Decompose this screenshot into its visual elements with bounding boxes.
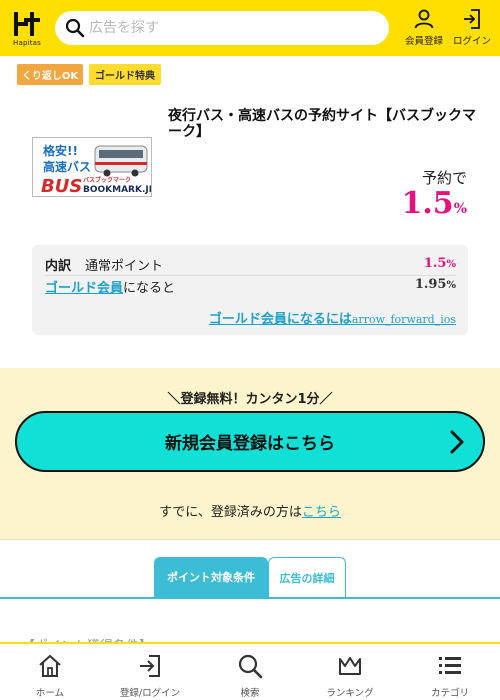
tab-ad-details[interactable]: 広告の詳細	[268, 557, 346, 597]
reserve-label: 予約で	[421, 169, 467, 187]
ad-title: 夜行バス・高速バスの予約サイト【バスブックマーク】	[168, 108, 476, 140]
bottom-nav: ホーム 登録/ログイン 検索 ランキング カテゴリ	[0, 642, 500, 700]
tab-point-conditions[interactable]: ポイント対象条件	[154, 557, 268, 597]
member-register-button[interactable]: 会員登録	[402, 8, 446, 48]
new-register-button[interactable]: 新規会員登録はこちら	[15, 411, 485, 472]
ad-banner-image[interactable]: 格安!! 高速バス BUS バスブックマーク BOOKMARK.JP	[32, 137, 152, 197]
arrow-forward-icon: arrow_forward_ios	[351, 313, 456, 326]
gold-point-row: ゴールド会員になると 1.95%	[45, 277, 456, 296]
header: Hapitas 会員登録 ログイン	[0, 0, 500, 56]
login-icon	[140, 655, 160, 677]
nav-category-label: カテゴリ	[430, 688, 469, 699]
gold-benefit-badge: ゴールド特典	[89, 64, 161, 85]
reserve-rate-value: 1.5	[401, 186, 454, 221]
search-icon	[65, 18, 85, 38]
gold-point-unit: %	[446, 280, 456, 291]
normal-point-value: 1.5%	[424, 256, 456, 271]
detail-tabs: ポイント対象条件 広告の詳細	[0, 556, 500, 600]
nav-register-login[interactable]: 登録/ログイン	[100, 644, 200, 700]
ad-image-line-3: BUS	[41, 176, 82, 196]
already-registered-text: すでに、登録済みの方は	[159, 505, 302, 520]
hapitas-logo[interactable]: Hapitas	[2, 0, 52, 56]
repeat-ok-badge: くり返しOK	[17, 64, 83, 85]
logo-text: Hapitas	[12, 38, 42, 47]
nav-home[interactable]: ホーム	[0, 644, 100, 700]
ad-image-line-5: BOOKMARK.JP	[83, 185, 151, 195]
search-icon	[238, 654, 263, 679]
normal-point-label: 通常ポイント	[85, 259, 164, 274]
gold-point-number: 1.95	[414, 277, 447, 292]
search-box[interactable]	[55, 11, 389, 45]
nav-register-login-label: 登録/ログイン	[119, 688, 181, 699]
logo-mark-icon	[14, 11, 40, 36]
register-section: ＼登録無料！カンタン1分／ 新規会員登録はこちら すでに、登録済みの方はこちら	[0, 368, 500, 540]
ad-image-line-2: 高速バス	[43, 159, 91, 174]
gold-suffix: になると	[123, 281, 176, 296]
list-icon	[439, 657, 461, 674]
login-button[interactable]: ログイン	[450, 8, 494, 48]
normal-point-row: 内訳 通常ポイント 1.5%	[45, 255, 456, 276]
login-icon	[464, 9, 480, 29]
nav-search[interactable]: 検索	[200, 644, 300, 700]
bus-bookmark-logo: 格安!! 高速バス BUS バスブックマーク BOOKMARK.JP	[33, 138, 151, 196]
new-register-label: 新規会員登録はこちら	[165, 434, 335, 454]
crown-icon	[339, 657, 361, 675]
reserve-rate: 1.5%	[401, 186, 467, 221]
login-here-link[interactable]: こちら	[302, 505, 341, 520]
gold-member-link[interactable]: ゴールド会員	[45, 281, 123, 296]
point-breakdown: 内訳 通常ポイント 1.5% ゴールド会員になると 1.95% ゴールド会員になる…	[32, 245, 468, 335]
normal-point-unit: %	[446, 259, 456, 270]
ad-image-line-1: 格安!!	[43, 143, 78, 158]
search-input[interactable]	[89, 20, 369, 36]
nav-home-label: ホーム	[35, 688, 65, 699]
normal-point-number: 1.5	[423, 256, 447, 271]
member-register-label: 会員登録	[404, 36, 443, 47]
nav-category[interactable]: カテゴリ	[400, 644, 500, 700]
breakdown-label: 内訳	[45, 259, 72, 274]
chevron-right-icon	[450, 430, 464, 454]
become-gold-text: ゴールド会員になるには	[208, 312, 352, 327]
user-icon	[414, 9, 434, 29]
nav-ranking[interactable]: ランキング	[300, 644, 400, 700]
login-label: ログイン	[452, 36, 491, 47]
already-registered: すでに、登録済みの方はこちら	[0, 501, 500, 520]
nav-ranking-label: ランキング	[326, 688, 374, 699]
become-gold-link[interactable]: ゴールド会員になるにはarrow_forward_ios	[209, 308, 456, 327]
nav-search-label: 検索	[240, 688, 260, 699]
register-note: ＼登録無料！カンタン1分／	[167, 392, 333, 407]
tab-underline	[0, 597, 500, 599]
gold-point-value: 1.95%	[415, 277, 456, 292]
reserve-rate-unit: %	[453, 201, 467, 217]
ad-image-line-4: バスブックマーク	[83, 176, 131, 184]
home-icon	[39, 654, 61, 677]
